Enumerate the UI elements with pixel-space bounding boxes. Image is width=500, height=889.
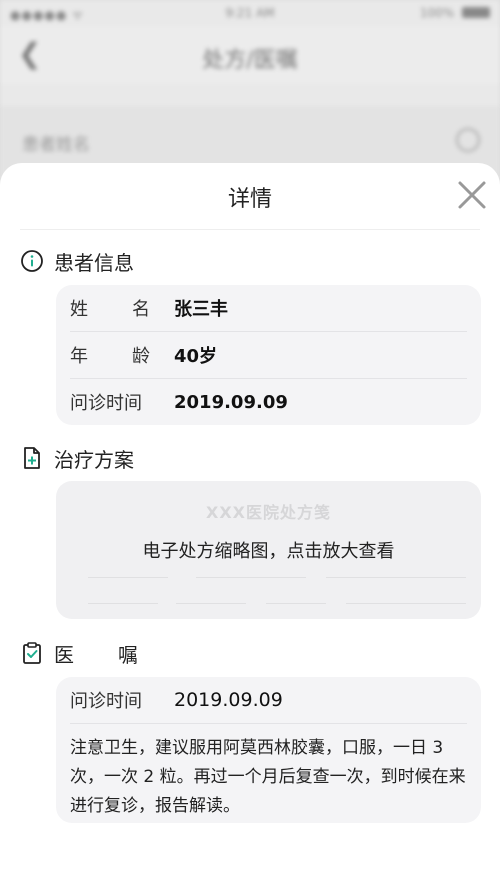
- info-icon: [21, 250, 43, 272]
- advice-title-char-2: 嘱: [118, 642, 138, 667]
- status-bar: ●●●●● ᯤ 9:21 AM 100%: [0, 0, 500, 26]
- age-label: 年 龄: [70, 342, 150, 368]
- patient-info-card: 姓 名 张三丰 年 龄 40岁 问诊时间 2019.09.09: [56, 285, 481, 425]
- search-input[interactable]: 患者姓名: [22, 130, 90, 155]
- name-label-char-2: 名: [132, 299, 150, 320]
- name-label-char-1: 姓: [70, 299, 88, 320]
- section-title-treatment: 治疗方案: [54, 447, 134, 472]
- advice-text: 注意卫生，建议服用阿莫西林胶囊，口服，一日 3 次，一次 2 粒。再过一个月后复…: [70, 738, 466, 816]
- name-label: 姓 名: [70, 295, 150, 321]
- section-treatment-plan: 治疗方案: [20, 444, 134, 472]
- sheet-title: 详情: [227, 187, 272, 212]
- section-title-patient: 患者信息: [54, 250, 134, 275]
- section-patient-info: 患者信息: [20, 247, 134, 275]
- close-icon: [458, 181, 486, 209]
- age-label-char-2: 龄: [132, 346, 150, 367]
- medical-advice-card: 问诊时间 2019.09.09 注意卫生，建议服用阿莫西林胶囊，口服，一日 3 …: [56, 677, 481, 823]
- advice-visit-value: 2019.09.09: [174, 689, 283, 711]
- patient-name-row: 姓 名 张三丰: [70, 285, 467, 332]
- section-medical-advice: 医 嘱: [20, 639, 138, 667]
- battery-indicator: 100%: [420, 6, 490, 20]
- clipboard-check-icon: [23, 642, 41, 664]
- visit-time-value: 2019.09.09: [174, 391, 288, 413]
- close-button[interactable]: [454, 177, 490, 213]
- patient-name-value: 张三丰: [174, 299, 228, 320]
- age-label-char-1: 年: [70, 346, 88, 367]
- nav-title: 处方/医嘱: [202, 48, 298, 73]
- patient-age-row: 年 龄 40岁: [70, 332, 467, 379]
- advice-title-char-1: 医: [54, 642, 74, 667]
- visit-time-label: 问诊时间: [70, 393, 142, 414]
- document-plus-icon: [24, 447, 40, 469]
- thumbnail-caption: 电子处方缩略图，点击放大查看: [142, 541, 395, 562]
- advice-visit-row: 问诊时间 2019.09.09: [70, 677, 467, 724]
- patient-visit-row: 问诊时间 2019.09.09: [70, 379, 467, 425]
- prescription-thumbnail[interactable]: XXX医院处方笺 电子处方缩略图，点击放大查看: [56, 481, 481, 619]
- battery-icon: [462, 7, 490, 18]
- sheet-header: 详情: [20, 163, 486, 230]
- thumbnail-hospital-title: XXX医院处方笺: [205, 503, 331, 522]
- patient-age-value: 40岁: [174, 346, 218, 367]
- search-icon[interactable]: [456, 128, 480, 152]
- advice-visit-label: 问诊时间: [70, 691, 142, 712]
- section-title-advice: 医 嘱: [54, 639, 138, 668]
- detail-sheet: 详情 患者信息 姓 名 张三丰 年 龄 40岁 问诊时间 2019.09.09 …: [0, 163, 500, 889]
- battery-percent: 100%: [419, 6, 455, 20]
- nav-bar: ❮ 处方/医嘱: [0, 26, 500, 84]
